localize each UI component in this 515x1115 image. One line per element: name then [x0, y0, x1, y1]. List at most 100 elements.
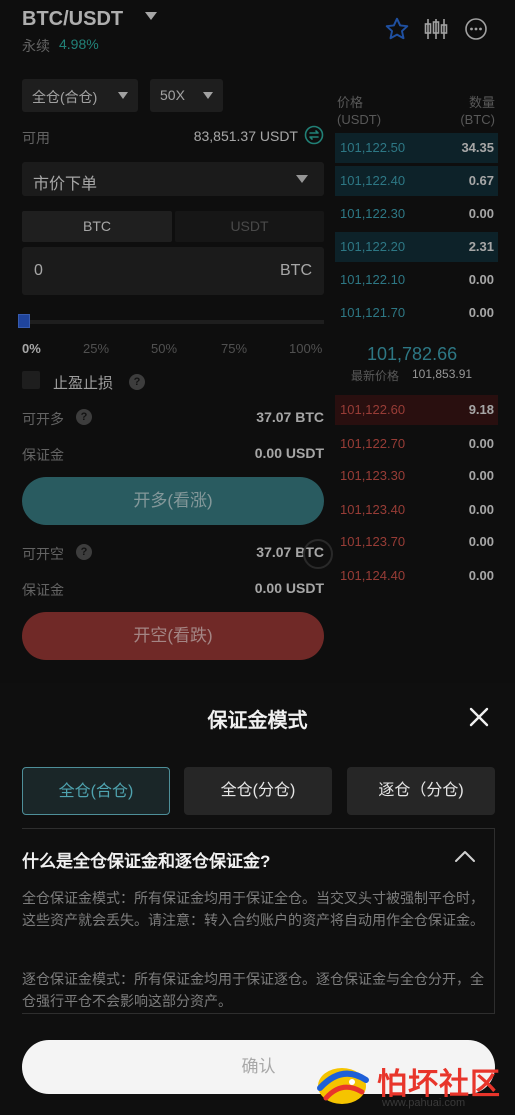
orderbook-bid-row[interactable]: 101,122.10 0.00 [335, 265, 498, 295]
available-value: 83,851.37 USDT [193, 128, 298, 144]
price-header-line2: (USDT) [337, 112, 382, 127]
bid-qty: 2.31 [468, 239, 494, 254]
slider-tick-100[interactable]: 100% [289, 341, 322, 356]
caret-down-icon [203, 92, 213, 99]
bid-qty: 0.67 [468, 173, 494, 188]
margin-mode-value: 全仓(合仓) [32, 89, 98, 105]
margin-mode-dropdown[interactable]: 全仓(合仓) [22, 79, 138, 112]
quantity-value: 0 [34, 262, 43, 279]
contract-type: 永续 [22, 38, 50, 54]
bid-qty: 34.35 [461, 140, 494, 155]
mark-price-value: 101,853.91 [412, 367, 473, 381]
last-price: 101,782.66 [367, 344, 458, 364]
ask-qty: 9.18 [468, 402, 494, 417]
bid-price: 101,122.30 [340, 206, 406, 221]
orderbook-ask-row[interactable]: 101,123.30 0.00 [335, 461, 498, 491]
orderbook-bid-row[interactable]: 101,122.40 0.67 [335, 166, 498, 196]
pair-title[interactable]: BTC/USDT [22, 8, 123, 31]
mode-isolated-split-button[interactable]: 逐仓（分仓) [347, 767, 495, 815]
caret-down-icon [296, 175, 308, 183]
can-short-label: 可开空 [22, 546, 64, 562]
order-type-dropdown[interactable]: 市价下单 [22, 162, 324, 196]
orderbook-bid-row[interactable]: 101,122.20 2.31 [335, 232, 498, 262]
orderbook-bid-row[interactable]: 101,122.30 0.00 [335, 199, 498, 229]
bid-price: 101,122.50 [340, 140, 406, 155]
swap-icon[interactable] [304, 125, 324, 145]
star-outline-icon[interactable] [384, 16, 410, 42]
ask-price: 101,124.40 [340, 568, 406, 583]
orderbook-ask-row[interactable]: 101,123.40 0.00 [335, 495, 498, 525]
slider-handle[interactable] [18, 314, 30, 328]
bid-qty: 0.00 [468, 206, 494, 221]
help-icon[interactable]: ? [129, 374, 145, 390]
caret-down-icon [118, 92, 128, 99]
amount-slider[interactable] [22, 320, 324, 324]
orderbook-ask-row[interactable]: 101,122.60 9.18 [335, 395, 498, 425]
available-label: 可用 [22, 130, 50, 146]
order-type-value: 市价下单 [33, 176, 98, 193]
sheet-title: 保证金模式 [207, 710, 308, 732]
watermark-url: www.pahuai.com [382, 1097, 466, 1109]
unit-tab-usdt[interactable]: USDT [175, 211, 324, 242]
margin-mode-sheet: 保证金模式 全仓(合仓) 全仓(分仓) 逐仓（分仓) 什么是全仓保证金和逐仓保证… [0, 683, 515, 1115]
orderbook-ask-row[interactable]: 101,122.70 0.00 [335, 429, 498, 459]
orderbook-bid-row[interactable]: 101,122.50 34.35 [335, 133, 498, 163]
orderbook-qty-header: 数量 (BTC) [460, 94, 495, 128]
bid-qty: 0.00 [468, 272, 494, 287]
can-long-value: 37.07 BTC [256, 409, 324, 425]
quantity-input[interactable]: 0 BTC [22, 247, 324, 295]
bid-price: 101,122.20 [340, 239, 406, 254]
faq-panel: 什么是全仓保证金和逐仓保证金? 全仓保证金模式：所有保证金均用于保证全仓。当交叉… [22, 828, 495, 1014]
ask-qty: 0.00 [468, 568, 494, 583]
orderbook-ask-row[interactable]: 101,123.70 0.00 [335, 527, 498, 557]
mode-cross-merged-button[interactable]: 全仓(合仓) [22, 767, 170, 815]
short-margin-value: 0.00 USDT [254, 580, 324, 596]
bid-qty: 0.00 [468, 305, 494, 320]
leverage-value: 50X [160, 87, 185, 103]
help-icon[interactable]: ? [76, 409, 92, 425]
short-margin-label: 保证金 [22, 582, 64, 598]
ask-qty: 0.00 [468, 436, 494, 451]
orderbook-price-header: 价格 (USDT) [337, 94, 381, 128]
watermark-logo-icon [317, 1068, 369, 1104]
tp-sl-label[interactable]: 止盈止损 [53, 372, 113, 393]
unit-tab-btc[interactable]: BTC [22, 211, 172, 242]
ask-price: 101,123.30 [340, 468, 406, 483]
bid-price: 101,122.40 [340, 173, 406, 188]
qty-header-line2: (BTC) [460, 112, 495, 127]
mode-cross-split-button[interactable]: 全仓(分仓) [184, 767, 332, 815]
candlestick-icon[interactable] [423, 16, 449, 42]
ask-price: 101,122.60 [340, 402, 406, 417]
slider-tick-75[interactable]: 75% [221, 341, 247, 356]
orderbook-bid-row[interactable]: 101,121.70 0.00 [335, 298, 498, 328]
open-short-button[interactable]: 开空(看跌) [22, 612, 324, 660]
pair-dropdown-caret-icon[interactable] [145, 12, 157, 20]
long-margin-value: 0.00 USDT [254, 445, 324, 461]
slider-tick-50[interactable]: 50% [151, 341, 177, 356]
ask-qty: 0.00 [468, 534, 494, 549]
more-dots-icon[interactable] [463, 16, 489, 42]
bid-price: 101,122.10 [340, 272, 406, 287]
close-x-icon[interactable] [467, 705, 491, 729]
bid-price: 101,121.70 [340, 305, 406, 320]
qty-header-line1: 数量 [468, 95, 495, 110]
price-header-line1: 价格 [337, 95, 364, 110]
ask-qty: 0.00 [468, 502, 494, 517]
tp-sl-checkbox[interactable] [22, 371, 40, 389]
slider-tick-25[interactable]: 25% [83, 341, 109, 356]
ask-price: 101,123.40 [340, 502, 406, 517]
ask-price: 101,122.70 [340, 436, 406, 451]
loading-spinner-icon [303, 539, 333, 569]
orderbook-ask-row[interactable]: 101,124.40 0.00 [335, 561, 498, 591]
slider-tick-0[interactable]: 0% [22, 341, 41, 356]
faq-title[interactable]: 什么是全仓保证金和逐仓保证金? [22, 847, 270, 872]
can-long-label: 可开多 [22, 411, 64, 427]
help-icon[interactable]: ? [76, 544, 92, 560]
ask-price: 101,123.70 [340, 534, 406, 549]
ask-qty: 0.00 [468, 468, 494, 483]
faq-isolated-description: 逐仓保证金模式：所有保证金均用于保证逐仓。逐仓保证金与全仓分开，全仓强行平仓不会… [22, 971, 484, 1009]
leverage-dropdown[interactable]: 50X [150, 79, 223, 112]
chevron-up-icon[interactable] [454, 849, 476, 863]
quantity-unit: BTC [280, 262, 312, 279]
open-long-button[interactable]: 开多(看涨) [22, 477, 324, 525]
